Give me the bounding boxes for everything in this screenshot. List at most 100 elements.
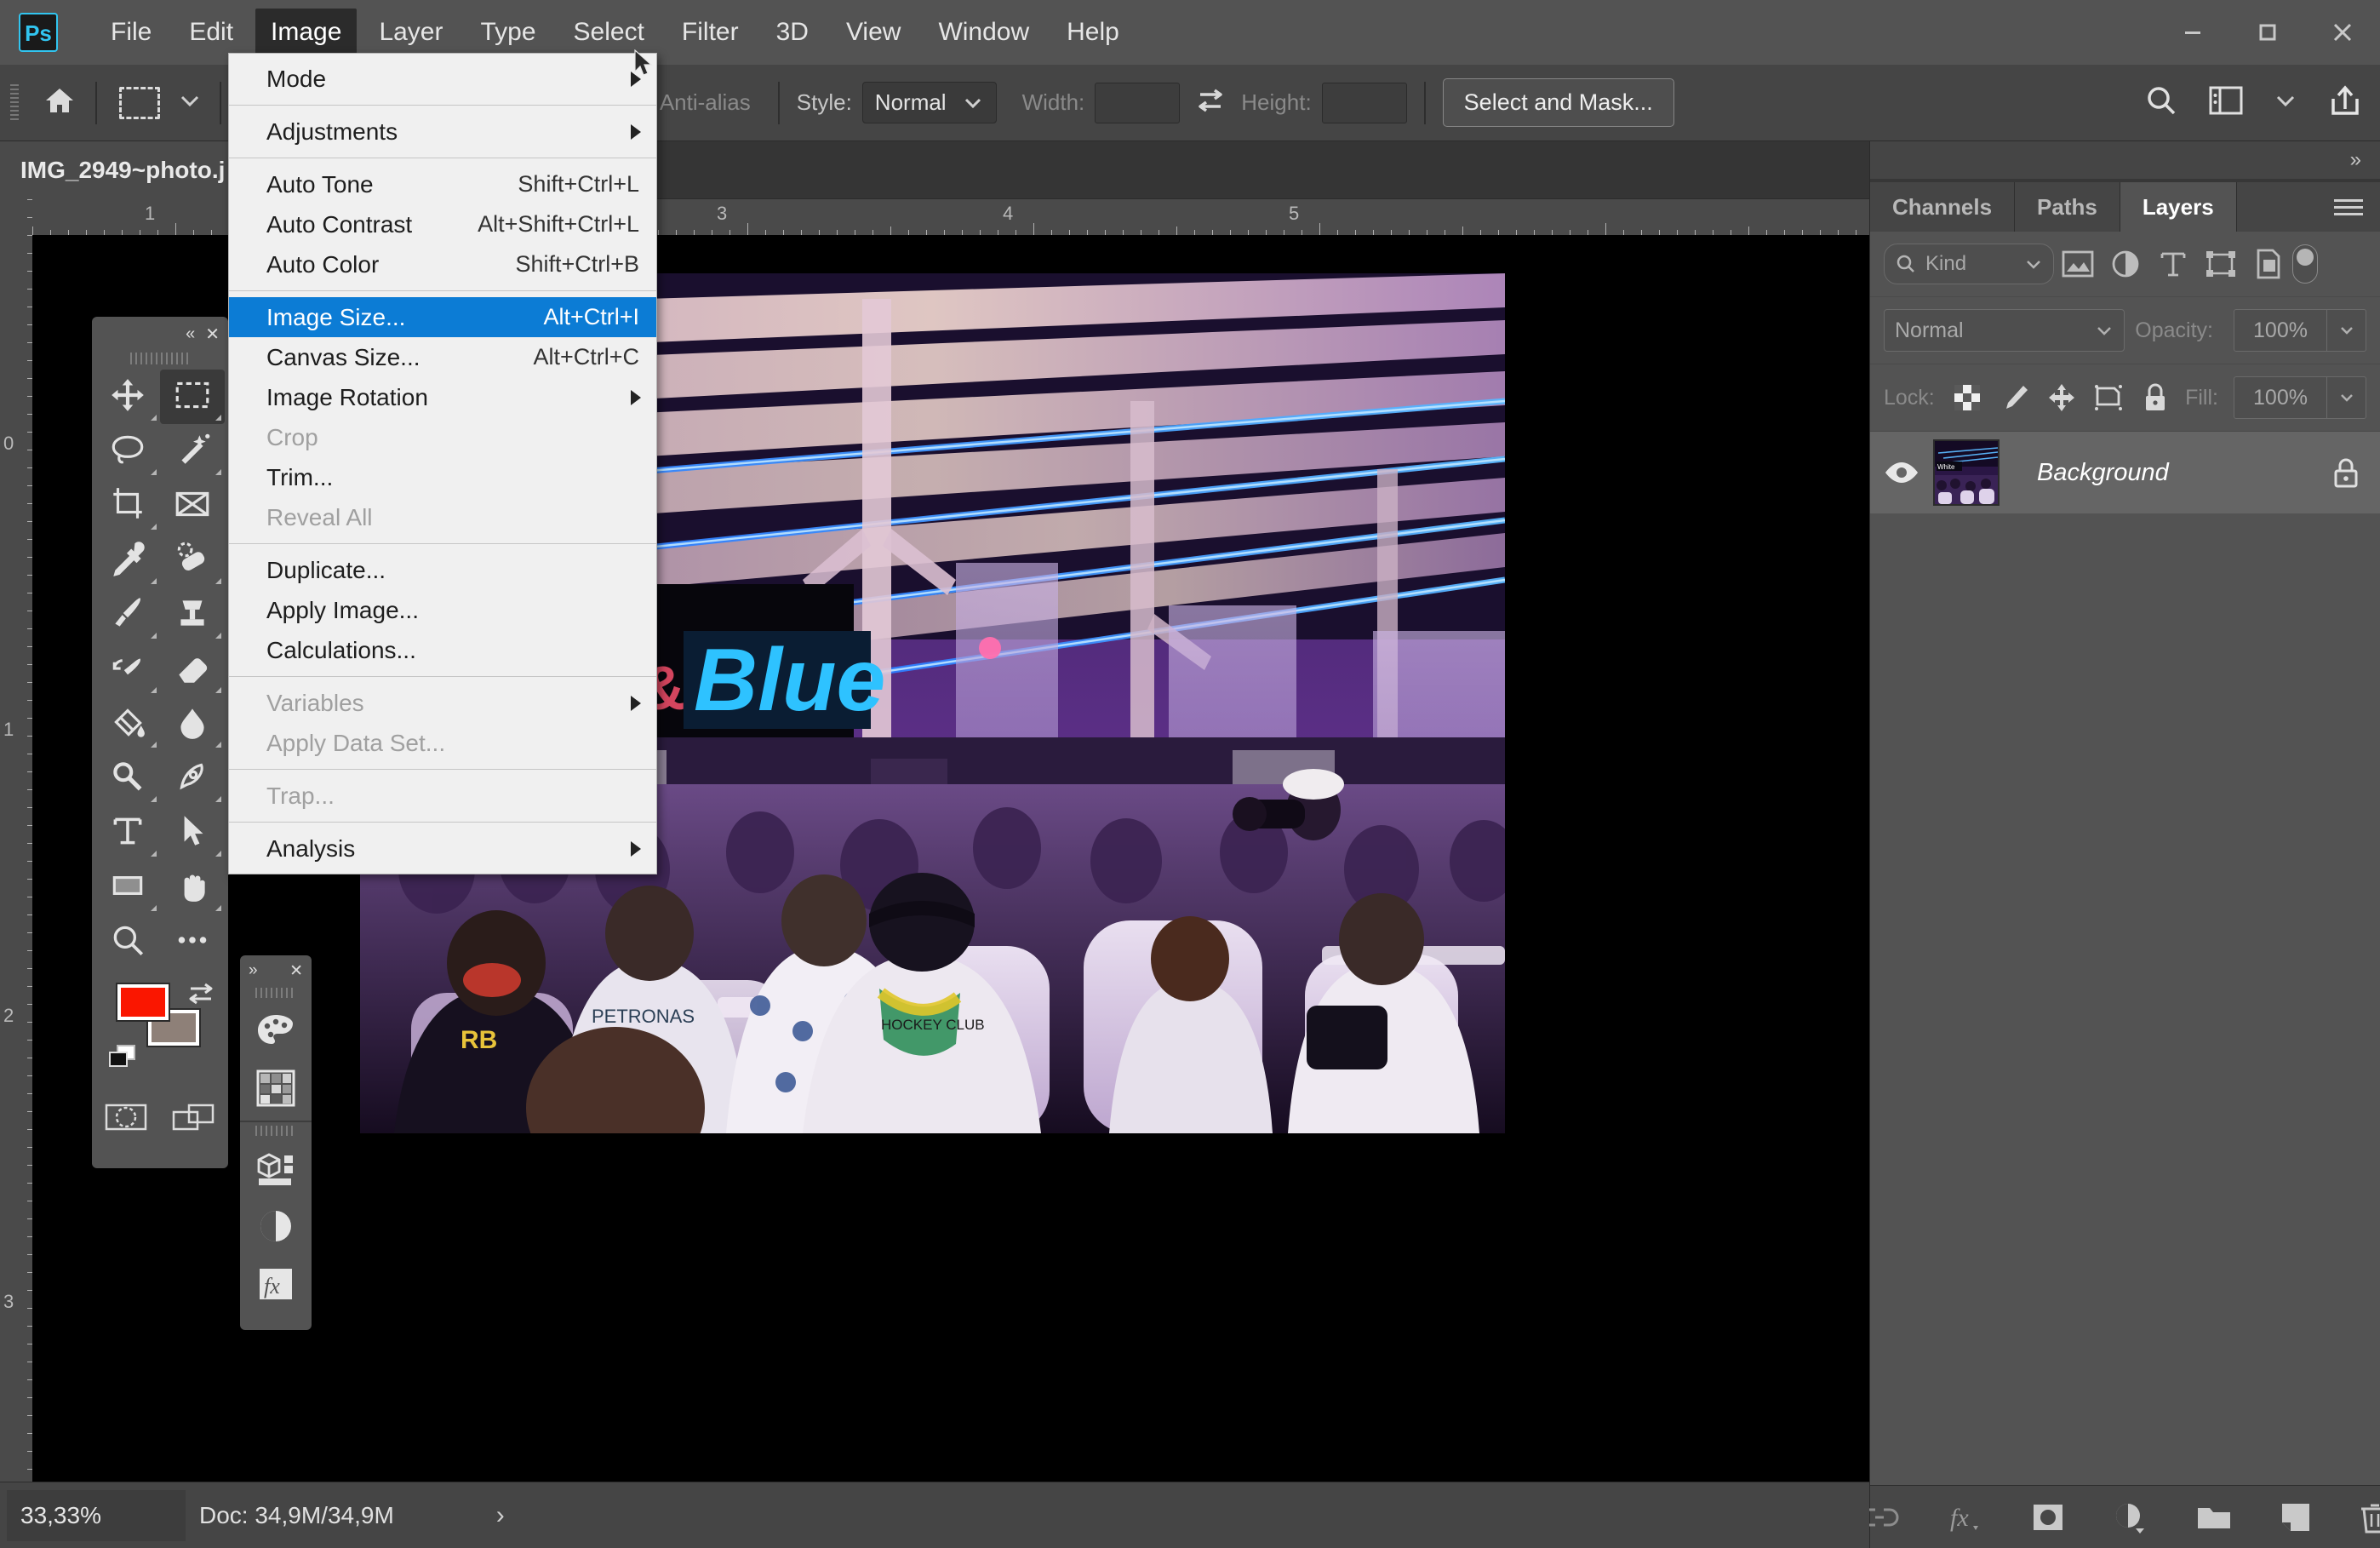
foreground-color-swatch[interactable] bbox=[116, 983, 170, 1022]
spot-healing-brush-tool[interactable] bbox=[160, 533, 225, 588]
collapse-icon[interactable]: « bbox=[186, 324, 195, 344]
workspace-icon[interactable] bbox=[2208, 85, 2244, 120]
image-filter-icon[interactable] bbox=[2054, 244, 2102, 284]
panel-collapse-button[interactable]: » bbox=[1870, 141, 2380, 179]
new-layer-icon[interactable] bbox=[2279, 1501, 2313, 1534]
status-bar-expand-arrow[interactable]: › bbox=[496, 1501, 505, 1530]
mini-panel-grip-2[interactable] bbox=[255, 1126, 296, 1136]
delete-layer-icon[interactable] bbox=[2359, 1500, 2380, 1534]
menu-item-analysis[interactable]: Analysis bbox=[229, 828, 656, 869]
vertical-ruler[interactable]: 01234 bbox=[0, 199, 32, 1482]
maximize-button[interactable] bbox=[2230, 0, 2305, 65]
lasso-tool[interactable] bbox=[95, 424, 160, 479]
menu-help[interactable]: Help bbox=[1051, 9, 1135, 56]
tab-layers[interactable]: Layers bbox=[2120, 182, 2237, 232]
style-select[interactable]: Normal bbox=[861, 82, 997, 123]
swatches-grid-icon[interactable] bbox=[240, 1059, 312, 1117]
close-icon[interactable]: ✕ bbox=[289, 961, 303, 981]
opacity-stepper-chevron-icon[interactable] bbox=[2327, 309, 2366, 352]
object-selection-tool[interactable] bbox=[160, 424, 225, 479]
home-icon[interactable] bbox=[41, 82, 78, 123]
clone-stamp-tool[interactable] bbox=[160, 588, 225, 642]
filter-toggle-switch[interactable] bbox=[2292, 244, 2318, 284]
adjustment-filter-icon[interactable] bbox=[2102, 244, 2149, 284]
menu-item-auto-contrast[interactable]: Auto Contrast Alt+Shift+Ctrl+L bbox=[229, 204, 656, 244]
brush-tool[interactable] bbox=[95, 588, 160, 642]
select-and-mask-button[interactable]: Select and Mask... bbox=[1442, 78, 1674, 127]
rectangular-marquee-tool[interactable] bbox=[160, 370, 225, 424]
rectangle-tool[interactable] bbox=[95, 860, 160, 914]
width-input[interactable] bbox=[1095, 82, 1181, 123]
menu-item-trim[interactable]: Trim... bbox=[229, 457, 656, 497]
layer-thumbnail[interactable]: White bbox=[1933, 439, 2000, 506]
frame-tool[interactable] bbox=[160, 479, 225, 533]
menu-item-image-rotation[interactable]: Image Rotation bbox=[229, 377, 656, 417]
path-selection-tool[interactable] bbox=[160, 806, 225, 860]
layer-visibility-toggle[interactable] bbox=[1870, 460, 1933, 485]
chevron-down-icon[interactable] bbox=[2273, 92, 2298, 113]
lock-artboard-icon[interactable] bbox=[2091, 378, 2126, 417]
eyedropper-tool[interactable] bbox=[95, 533, 160, 588]
tab-paths[interactable]: Paths bbox=[2015, 182, 2120, 232]
eraser-tool[interactable] bbox=[160, 642, 225, 697]
crop-tool[interactable] bbox=[95, 479, 160, 533]
text-filter-icon[interactable] bbox=[2149, 244, 2197, 284]
layer-filter-kind-select[interactable]: Kind bbox=[1884, 244, 2054, 284]
menu-window[interactable]: Window bbox=[923, 9, 1044, 56]
quick-mask-icon[interactable] bbox=[92, 1090, 160, 1144]
lock-all-icon[interactable] bbox=[2138, 378, 2173, 417]
height-input[interactable] bbox=[1321, 82, 1407, 123]
add-layer-mask-icon[interactable] bbox=[2030, 1502, 2066, 1533]
blur-tool[interactable] bbox=[160, 697, 225, 751]
menu-file[interactable]: File bbox=[95, 9, 167, 56]
menu-item-apply-image[interactable]: Apply Image... bbox=[229, 590, 656, 630]
layer-name[interactable]: Background bbox=[2037, 459, 2312, 487]
lock-position-icon[interactable] bbox=[2044, 378, 2079, 417]
search-icon[interactable] bbox=[2143, 83, 2179, 123]
menu-image[interactable]: Image bbox=[255, 9, 358, 56]
menu-item-adjustments[interactable]: Adjustments bbox=[229, 112, 656, 152]
blend-mode-select[interactable]: Normal bbox=[1884, 309, 2125, 352]
menu-3d[interactable]: 3D bbox=[761, 9, 824, 56]
tool-preset-picker[interactable] bbox=[119, 86, 203, 119]
menu-view[interactable]: View bbox=[831, 9, 916, 56]
new-group-icon[interactable] bbox=[2195, 1503, 2233, 1532]
mini-panel-grip[interactable] bbox=[255, 988, 296, 998]
zoom-level-field[interactable]: 33,33% bbox=[7, 1489, 186, 1541]
smart-object-filter-icon[interactable] bbox=[2245, 244, 2292, 284]
menu-filter[interactable]: Filter bbox=[667, 9, 754, 56]
options-bar-grip[interactable] bbox=[10, 83, 19, 122]
share-icon[interactable] bbox=[2327, 83, 2363, 122]
color-palette-icon[interactable] bbox=[240, 1001, 312, 1059]
screen-mode-icon[interactable] bbox=[160, 1090, 228, 1144]
menu-item-duplicate[interactable]: Duplicate... bbox=[229, 550, 656, 590]
close-icon[interactable]: ✕ bbox=[205, 324, 220, 345]
swap-width-height-icon[interactable] bbox=[1193, 83, 1227, 122]
table-row[interactable]: White Background bbox=[1870, 432, 2380, 513]
adjustments-icon[interactable] bbox=[240, 1197, 312, 1255]
menu-item-auto-color[interactable]: Auto Color Shift+Ctrl+B bbox=[229, 244, 656, 284]
hamburger-menu-icon[interactable] bbox=[2334, 195, 2363, 220]
hand-tool[interactable] bbox=[160, 860, 225, 914]
layer-style-fx-icon[interactable]: fx bbox=[1945, 1500, 1984, 1534]
type-tool[interactable] bbox=[95, 806, 160, 860]
document-tab[interactable]: IMG_2949~photo.j bbox=[0, 141, 246, 199]
close-button[interactable] bbox=[2305, 0, 2380, 65]
menu-item-auto-tone[interactable]: Auto Tone Shift+Ctrl+L bbox=[229, 164, 656, 204]
new-adjustment-layer-icon[interactable] bbox=[2112, 1500, 2149, 1534]
tab-channels[interactable]: Channels bbox=[1870, 182, 2016, 232]
tools-panel-grip[interactable] bbox=[130, 353, 190, 364]
move-tool[interactable] bbox=[95, 370, 160, 424]
menu-item-mode[interactable]: Mode bbox=[229, 59, 656, 99]
swap-colors-icon[interactable] bbox=[186, 981, 216, 1012]
edit-toolbar[interactable] bbox=[160, 914, 225, 969]
dodge-tool[interactable] bbox=[95, 751, 160, 806]
lock-transparent-pixels-icon[interactable] bbox=[1950, 378, 1985, 417]
fill-stepper-chevron-icon[interactable] bbox=[2327, 376, 2366, 419]
menu-type[interactable]: Type bbox=[465, 9, 551, 56]
history-brush-tool[interactable] bbox=[95, 642, 160, 697]
fill-value[interactable]: 100% bbox=[2234, 376, 2327, 419]
styles-fx-icon[interactable]: fx bbox=[240, 1255, 312, 1313]
menu-item-image-size[interactable]: Image Size... Alt+Ctrl+I bbox=[229, 297, 656, 337]
zoom-tool[interactable] bbox=[95, 914, 160, 969]
